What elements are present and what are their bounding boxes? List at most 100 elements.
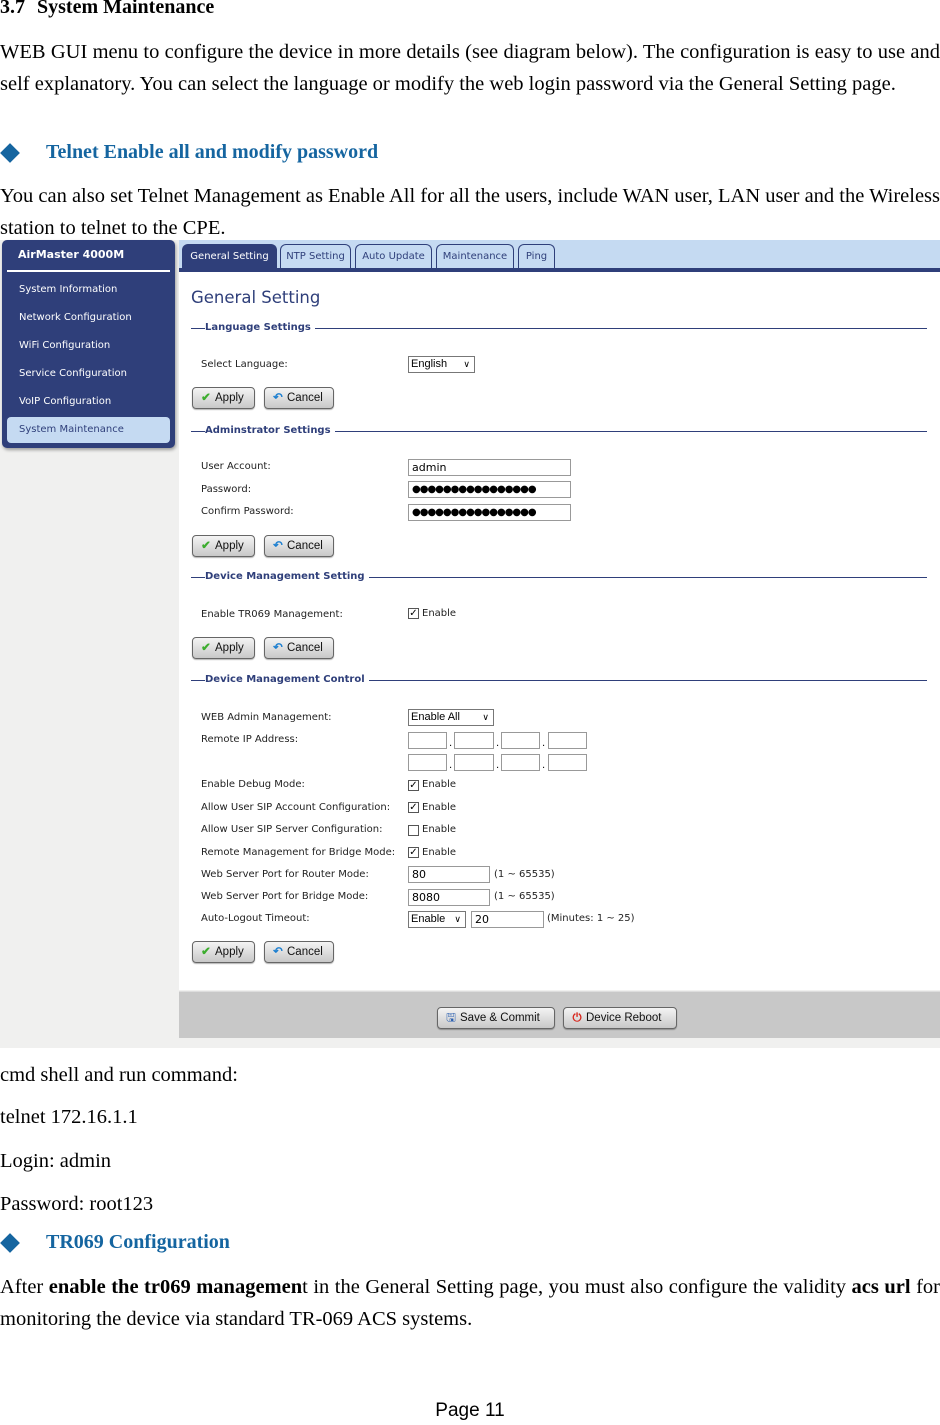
tr069-enable-checkbox[interactable]: ✓ <box>408 608 419 619</box>
undo-icon: ↶ <box>273 946 283 958</box>
bold-run: acs url <box>851 1276 911 1298</box>
section-dash <box>191 577 201 578</box>
apply-button[interactable]: ✔ Apply <box>192 637 255 659</box>
cancel-label: Cancel <box>287 392 323 404</box>
tab-ntp-setting[interactable]: NTP Setting <box>280 244 351 268</box>
checkmark-icon: ✔ <box>201 540 211 552</box>
checkmark-icon: ✔ <box>201 946 211 958</box>
sidebar: AirMaster 4000M System Information Netwo… <box>2 240 175 448</box>
auto-logout-minutes-input[interactable]: 20 <box>471 911 544 928</box>
cancel-button[interactable]: ↶ Cancel <box>264 387 334 409</box>
bullet-heading-text: Telnet Enable all and modify password <box>46 141 379 163</box>
confirm-password-input[interactable]: ●●●●●●●●●●●●●●●● <box>408 504 571 521</box>
password-label: Password: <box>201 484 252 495</box>
sip-account-config-checkbox[interactable]: ✓ <box>408 802 419 813</box>
remote-ip-1-octet-1[interactable] <box>408 732 447 749</box>
page-title: General Setting <box>191 288 321 307</box>
bullet-heading-tr069: TR069 Configuration <box>0 1231 230 1254</box>
cancel-button[interactable]: ↶ Cancel <box>264 941 334 963</box>
auto-logout-label: Auto-Logout Timeout: <box>201 913 310 924</box>
web-admin-management-select[interactable]: Enable All ∨ <box>408 709 494 726</box>
select-language-label: Select Language: <box>201 359 288 370</box>
sidebar-item-system-information[interactable]: System Information <box>7 277 170 303</box>
cancel-button[interactable]: ↶ Cancel <box>264 637 334 659</box>
undo-icon: ↶ <box>273 540 283 552</box>
bridge-port-label: Web Server Port for Bridge Mode: <box>201 891 369 902</box>
router-port-input[interactable]: 80 <box>408 866 490 883</box>
tab-maintenance[interactable]: Maintenance <box>436 244 514 268</box>
bridge-remote-enable-label: Enable <box>422 847 457 858</box>
cancel-label: Cancel <box>287 946 323 958</box>
tab-auto-update[interactable]: Auto Update <box>355 244 432 268</box>
sidebar-divider <box>7 270 170 272</box>
save-commit-label: Save & Commit <box>460 1012 540 1024</box>
password-line: Password: root123 <box>0 1193 154 1215</box>
tr069-management-label: Enable TR069 Management: <box>201 609 343 620</box>
bridge-remote-mgmt-checkbox[interactable]: ✓ <box>408 847 419 858</box>
bridge-remote-mgmt-label: Remote Management for Bridge Mode: <box>201 847 396 858</box>
section-heading: 3.7 System Maintenance <box>0 0 214 19</box>
sidebar-item-wifi-configuration[interactable]: WiFi Configuration <box>7 333 170 359</box>
undo-icon: ↶ <box>273 392 283 404</box>
sip-server-config-label: Allow User SIP Server Configuration: <box>201 824 383 835</box>
debug-mode-checkbox[interactable]: ✓ <box>408 780 419 791</box>
password-input[interactable]: ●●●●●●●●●●●●●●●● <box>408 481 571 498</box>
intro-paragraph: WEB GUI menu to configure the device in … <box>0 41 940 95</box>
device-reboot-label: Device Reboot <box>586 1012 662 1024</box>
ip-separator: . <box>449 760 453 771</box>
auto-logout-select[interactable]: Enable ∨ <box>408 911 466 928</box>
chevron-down-icon: ∨ <box>463 359 470 369</box>
section-dash <box>191 680 201 681</box>
sidebar-item-service-configuration[interactable]: Service Configuration <box>7 361 170 387</box>
remote-ip-2-octet-2[interactable] <box>454 754 494 771</box>
bridge-port-input[interactable]: 8080 <box>408 889 490 906</box>
tab-ping[interactable]: Ping <box>518 244 555 268</box>
remote-ip-1-octet-3[interactable] <box>501 732 540 749</box>
footer-bar: 🖫 Save & Commit ⏻ Device Reboot <box>179 991 940 1038</box>
remote-ip-2-octet-1[interactable] <box>408 754 447 771</box>
ip-separator: . <box>542 738 546 749</box>
tr069-enable-label: Enable <box>422 608 457 619</box>
telnet-command-line: telnet 172.16.1.1 <box>0 1106 138 1128</box>
sip-server-enable-label: Enable <box>422 824 457 835</box>
sidebar-item-voip-configuration[interactable]: VoIP Configuration <box>7 389 170 415</box>
section-device-management-setting: Device Management Setting <box>191 570 927 584</box>
user-account-label: User Account: <box>201 461 271 472</box>
apply-button[interactable]: ✔ Apply <box>192 535 255 557</box>
sidebar-title: AirMaster 4000M <box>18 248 125 261</box>
apply-label: Apply <box>215 642 244 654</box>
debug-mode-enable-label: Enable <box>422 779 457 790</box>
bullet-heading-text: TR069 Configuration <box>46 1231 230 1253</box>
apply-button[interactable]: ✔ Apply <box>192 387 255 409</box>
confirm-password-label: Confirm Password: <box>201 506 294 517</box>
apply-label: Apply <box>215 540 244 552</box>
sidebar-item-system-maintenance[interactable]: System Maintenance <box>7 417 170 443</box>
login-line: Login: admin <box>0 1150 112 1172</box>
sip-server-config-checkbox[interactable] <box>408 825 419 836</box>
sidebar-item-network-configuration[interactable]: Network Configuration <box>7 305 170 331</box>
tab-bar: General Setting NTP Setting Auto Update … <box>179 240 940 272</box>
remote-ip-1-octet-4[interactable] <box>548 732 587 749</box>
ip-separator: . <box>496 738 500 749</box>
remote-ip-2-octet-4[interactable] <box>548 754 587 771</box>
section-title: Adminstrator Settings <box>205 424 335 438</box>
section-number: 3.7 <box>0 0 25 18</box>
chevron-down-icon: ∨ <box>482 712 489 722</box>
auto-logout-select-value: Enable <box>411 913 446 925</box>
remote-ip-1-octet-2[interactable] <box>454 732 494 749</box>
user-account-input[interactable]: admin <box>408 459 571 476</box>
section-title: Device Management Setting <box>205 570 369 584</box>
cancel-button[interactable]: ↶ Cancel <box>264 535 334 557</box>
language-select[interactable]: English ∨ <box>408 356 475 373</box>
auto-logout-hint: (Minutes: 1 ~ 25) <box>547 913 635 924</box>
tab-general-setting[interactable]: General Setting <box>182 244 277 268</box>
save-commit-button[interactable]: 🖫 Save & Commit <box>437 1007 555 1029</box>
cancel-label: Cancel <box>287 540 323 552</box>
cancel-label: Cancel <box>287 642 323 654</box>
floppy-disk-icon: 🖫 <box>446 1012 456 1024</box>
section-title: Language Settings <box>205 321 315 335</box>
remote-ip-2-octet-3[interactable] <box>501 754 540 771</box>
device-reboot-button[interactable]: ⏻ Device Reboot <box>563 1007 677 1029</box>
chevron-down-icon: ∨ <box>454 914 461 924</box>
apply-button[interactable]: ✔ Apply <box>192 941 255 963</box>
